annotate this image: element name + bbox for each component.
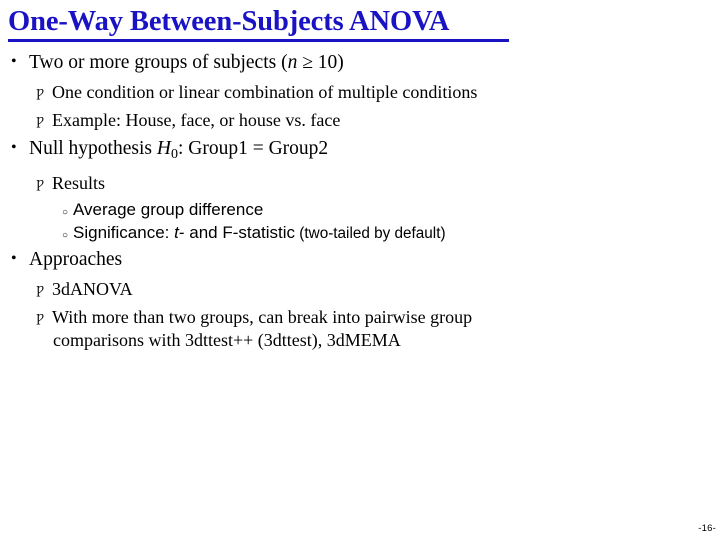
bullet-text: One condition or linear combination of m… bbox=[52, 82, 478, 102]
bullet-marker-level3-icon: ○ bbox=[62, 229, 69, 241]
bullet-pairwise-comparisons: Ƿ With more than two groups, can break i… bbox=[0, 306, 720, 352]
bullet-approaches: • Approaches bbox=[0, 247, 720, 273]
bullet-text-line1: With more than two groups, can break int… bbox=[52, 306, 473, 327]
slide-title-block: One-Way Between-Subjects ANOVA bbox=[8, 6, 712, 42]
bullet-marker-level2-icon: Ƿ bbox=[36, 86, 45, 100]
bullet-two-or-more-groups: • Two or more groups of subjects (n ≥ 10… bbox=[0, 50, 720, 76]
bullet-text-part: Significance: bbox=[73, 222, 175, 242]
bullet-one-condition: Ƿ One condition or linear combination of… bbox=[0, 81, 720, 104]
bullet-marker-level3-icon: ○ bbox=[62, 206, 69, 218]
bullet-marker-level2-icon: Ƿ bbox=[36, 176, 45, 191]
page-number: -16- bbox=[698, 523, 716, 534]
bullet-text: Approaches bbox=[29, 248, 123, 270]
bullet-text: Average group difference bbox=[73, 199, 264, 219]
bullet-text: Significance: t- and F-statistic (two-ta… bbox=[73, 222, 720, 245]
bullet-marker-level1-icon: • bbox=[11, 139, 17, 156]
bullet-3danova: Ƿ 3dANOVA bbox=[0, 278, 720, 301]
slide: One-Way Between-Subjects ANOVA • Two or … bbox=[0, 0, 720, 540]
bullet-list: • Two or more groups of subjects (n ≥ 10… bbox=[0, 48, 720, 356]
bullet-text-italic: n bbox=[287, 52, 298, 73]
bullet-null-hypothesis: • Null hypothesis H0: Group1 = Group2 bbox=[0, 136, 720, 167]
bullet-text: Two or more groups of subjects (n ≥ 10) bbox=[29, 50, 720, 75]
bullet-marker-level1-icon: • bbox=[11, 53, 17, 70]
bullet-text-subscript: 0 bbox=[170, 145, 178, 162]
bullet-text: Null hypothesis H0: Group1 = Group2 bbox=[29, 136, 720, 167]
title-underline-rule bbox=[8, 39, 509, 42]
bullet-significance: ○ Significance: t- and F-statistic (two-… bbox=[0, 222, 720, 245]
bullet-marker-level2-icon: Ƿ bbox=[36, 282, 45, 297]
bullet-text-italic: H bbox=[156, 138, 171, 159]
bullet-marker-level2-icon: Ƿ bbox=[36, 310, 45, 325]
bullet-marker-level1-icon: • bbox=[11, 249, 17, 267]
bullet-text-part: - and F-statistic bbox=[178, 222, 296, 242]
bullet-results: Ƿ Results bbox=[0, 172, 720, 195]
bullet-text-part: : Group1 = Group2 bbox=[177, 138, 329, 159]
bullet-text: 3dANOVA bbox=[52, 278, 133, 299]
page-title: One-Way Between-Subjects ANOVA bbox=[8, 6, 450, 37]
bullet-marker-level2-icon: Ƿ bbox=[36, 114, 45, 128]
bullet-text: With more than two groups, can break int… bbox=[52, 306, 720, 352]
bullet-text-line2: comparisons with 3dttest++ (3dttest), 3d… bbox=[53, 329, 401, 350]
bullet-example-house-face: Ƿ Example: House, face, or house vs. fac… bbox=[0, 109, 720, 132]
bullet-average-group-difference: ○ Average group difference bbox=[0, 199, 720, 221]
bullet-text-part: Null hypothesis bbox=[29, 138, 157, 159]
bullet-text-part: Two or more groups of subjects ( bbox=[29, 52, 288, 73]
bullet-text-part: ≥ 10) bbox=[297, 52, 344, 73]
bullet-text: Example: House, face, or house vs. face bbox=[52, 110, 341, 130]
bullet-text: Results bbox=[52, 172, 106, 193]
bullet-text-note: (two-tailed by default) bbox=[295, 224, 446, 242]
